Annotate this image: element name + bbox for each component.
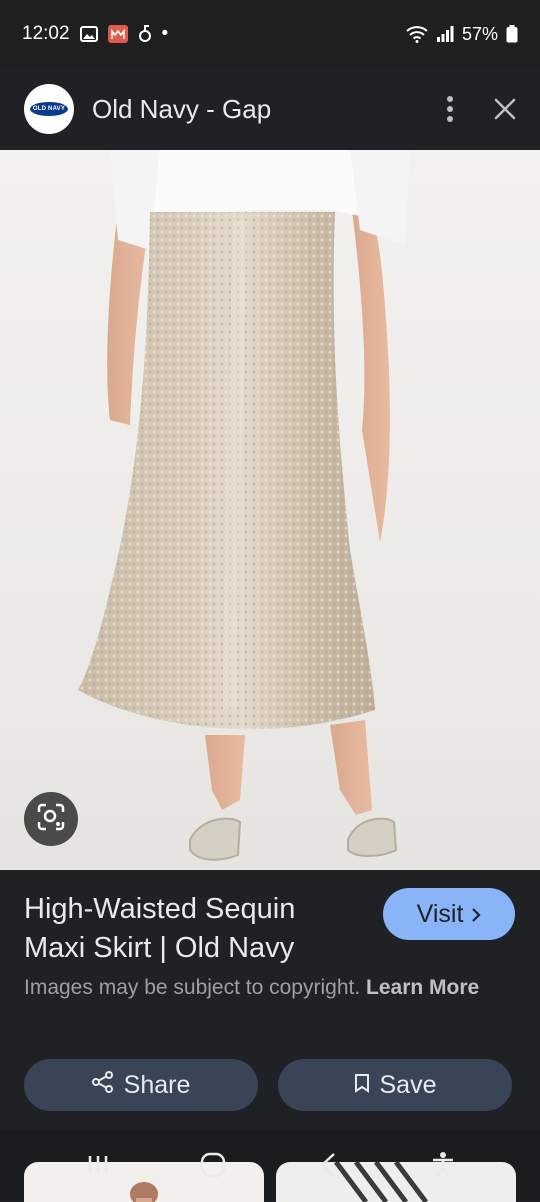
copyright-notice: Images may be subject to copyright. Lear… (24, 972, 494, 1003)
more-vert-icon[interactable] (446, 95, 454, 123)
signal-icon (436, 26, 454, 42)
share-label: Share (123, 1070, 191, 1099)
share-button[interactable]: Share (24, 1059, 258, 1111)
save-button[interactable]: Save (278, 1059, 512, 1111)
wifi-icon (406, 25, 428, 43)
status-left: 12:02 • (22, 23, 168, 45)
learn-more-link[interactable]: Learn More (366, 976, 479, 999)
battery-icon (506, 25, 518, 43)
site-title: Old Navy - Gap (92, 93, 272, 124)
lens-search-button[interactable] (24, 792, 78, 846)
product-photo (78, 150, 410, 861)
status-time: 12:02 (22, 23, 70, 44)
sync-icon (138, 25, 152, 43)
accessibility-icon[interactable] (413, 1145, 473, 1185)
visit-label: Visit (416, 899, 464, 928)
back-icon[interactable] (298, 1145, 358, 1185)
copyright-text: Images may be subject to copyright. (24, 976, 361, 999)
save-label: Save (379, 1070, 437, 1099)
site-logo: OLD NAVY (24, 84, 74, 134)
bookmark-icon (354, 1071, 370, 1100)
status-dot: • (161, 23, 169, 44)
gallery-icon (79, 26, 98, 42)
share-icon (91, 1070, 114, 1100)
site-logo-text: OLD NAVY (30, 102, 68, 116)
app-notification-icon (107, 25, 128, 43)
lens-icon (36, 802, 66, 837)
visit-button[interactable]: Visit (383, 888, 515, 940)
chevron-right-icon (471, 900, 481, 929)
home-icon[interactable] (183, 1145, 243, 1185)
status-bar: 12:02 • 57% (0, 0, 540, 68)
system-nav-bar (0, 1140, 540, 1190)
info-panel: High-Waisted Sequin Maxi Skirt | Old Nav… (0, 870, 540, 1130)
close-icon[interactable] (494, 98, 516, 120)
recents-icon[interactable] (68, 1145, 128, 1185)
header-actions (446, 95, 516, 123)
battery-percent: 57% (461, 23, 498, 44)
product-image[interactable] (0, 150, 540, 870)
status-right: 57% (406, 24, 518, 45)
product-title[interactable]: High-Waisted Sequin Maxi Skirt | Old Nav… (24, 890, 354, 968)
result-header: OLD NAVY Old Navy - Gap (0, 68, 540, 150)
